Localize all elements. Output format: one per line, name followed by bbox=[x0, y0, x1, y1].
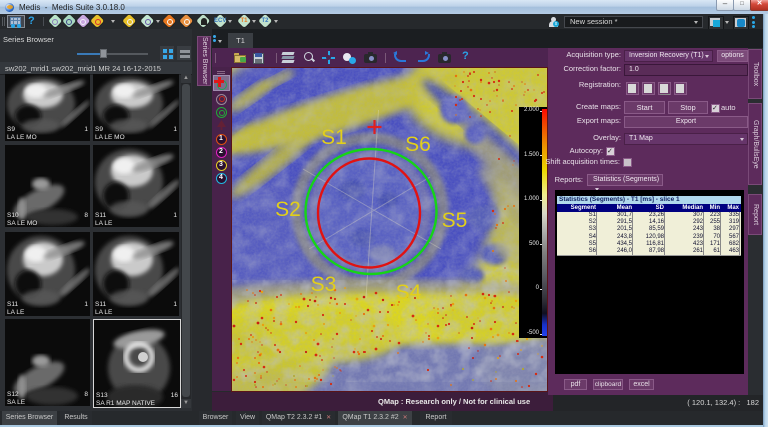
svg-text:S6: S6 bbox=[405, 133, 431, 156]
svg-text:S3: S3 bbox=[311, 273, 337, 296]
svg-text:S2: S2 bbox=[275, 198, 301, 221]
svg-text:S5: S5 bbox=[442, 209, 468, 232]
svg-text:S4: S4 bbox=[396, 281, 422, 304]
svg-text:S1: S1 bbox=[321, 126, 347, 149]
